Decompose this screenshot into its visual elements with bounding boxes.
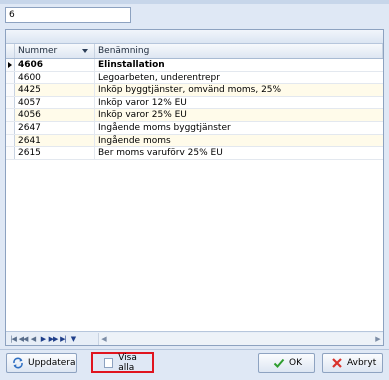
table-row[interactable]: 4057 Inköp varor 12% EU — [6, 96, 383, 110]
refresh-icon — [12, 357, 24, 369]
cell-name[interactable]: Inköp varor 12% EU — [95, 97, 383, 109]
column-header-number[interactable]: Nummer — [15, 44, 95, 58]
cell-number[interactable]: 2641 — [15, 134, 95, 147]
row-indicator-header — [6, 44, 15, 58]
column-header-name-label: Benämning — [98, 46, 150, 56]
scroll-left-icon[interactable]: ◀ — [99, 335, 109, 343]
cell-name[interactable]: Ingående moms byggtjänster — [95, 122, 383, 134]
refresh-button-label: Uppdatera — [28, 358, 76, 368]
cell-name[interactable]: Ber moms varuförv 25% EU — [95, 147, 383, 159]
close-icon — [331, 357, 343, 369]
grid-rows: 4606 Elinstallation 4600 Legoarbeten, un… — [6, 59, 383, 160]
show-all-checkbox[interactable] — [104, 357, 114, 368]
cell-number[interactable]: 4057 — [15, 96, 95, 109]
show-all-toggle[interactable]: Visa alla — [91, 352, 154, 373]
next-icon[interactable]: ▶ — [38, 333, 48, 345]
table-row[interactable]: 4425 Inköp byggtjänster, omvänd moms, 25… — [6, 84, 383, 97]
grid-header: Nummer Benämning — [6, 44, 383, 59]
row-indicator — [6, 147, 15, 159]
cell-name[interactable]: Inköp byggtjänster, omvänd moms, 25% — [95, 84, 383, 96]
cell-name[interactable]: Ingående moms — [95, 135, 383, 147]
footer-divider — [0, 349, 389, 350]
horizontal-scrollbar[interactable]: ◀ ▶ — [98, 332, 383, 345]
scroll-track[interactable] — [109, 335, 373, 343]
sort-descending-icon[interactable] — [82, 49, 88, 53]
cancel-button-label: Avbryt — [347, 358, 377, 368]
cell-name[interactable]: Inköp varor 25% EU — [95, 109, 383, 121]
scroll-right-icon[interactable]: ▶ — [373, 335, 383, 343]
cell-number[interactable]: 4606 — [15, 59, 95, 71]
grid-navigator: |◀ ◀◀ ◀ ▶ ▶▶ ▶| ▼ ◀ ▶ — [6, 331, 383, 345]
filter-icon[interactable]: ▼ — [68, 333, 78, 345]
table-row[interactable]: 2647 Ingående moms byggtjänster — [6, 121, 383, 135]
cell-number[interactable]: 2615 — [15, 147, 95, 159]
table-row[interactable]: 2641 Ingående moms — [6, 134, 383, 148]
cancel-button[interactable]: Avbryt — [322, 353, 383, 373]
current-row-icon — [8, 62, 12, 68]
refresh-button[interactable]: Uppdatera — [6, 353, 77, 373]
row-indicator — [6, 84, 15, 96]
prev-icon[interactable]: ◀ — [28, 333, 38, 345]
table-row[interactable]: 4056 Inköp varor 25% EU — [6, 109, 383, 122]
column-header-name[interactable]: Benämning — [95, 44, 383, 58]
row-indicator — [6, 121, 15, 134]
cell-number[interactable]: 4056 — [15, 109, 95, 121]
first-icon[interactable]: |◀ — [8, 333, 18, 345]
row-indicator — [6, 96, 15, 109]
ok-button-label: OK — [289, 358, 302, 368]
row-indicator — [6, 71, 15, 84]
group-panel — [6, 30, 383, 44]
ok-button[interactable]: OK — [258, 353, 315, 373]
cell-number[interactable]: 4600 — [15, 71, 95, 84]
row-indicator — [6, 134, 15, 147]
last-icon[interactable]: ▶| — [58, 333, 68, 345]
cell-name[interactable]: Legoarbeten, underentrepr — [95, 72, 383, 84]
cell-name[interactable]: Elinstallation — [95, 59, 383, 71]
table-row[interactable]: 2615 Ber moms varuförv 25% EU — [6, 147, 383, 160]
row-indicator — [6, 59, 15, 71]
navigator-buttons: |◀ ◀◀ ◀ ▶ ▶▶ ▶| ▼ — [6, 333, 98, 345]
top-strip — [0, 0, 389, 4]
search-input[interactable]: 6 — [5, 7, 131, 23]
show-all-label: Visa alla — [118, 352, 137, 373]
accounts-grid: Nummer Benämning 4606 Elinstallation 460… — [5, 29, 384, 346]
cell-number[interactable]: 2647 — [15, 121, 95, 134]
row-indicator — [6, 109, 15, 121]
cell-number[interactable]: 4425 — [15, 84, 95, 96]
table-row[interactable]: 4606 Elinstallation — [6, 59, 383, 72]
table-row[interactable]: 4600 Legoarbeten, underentrepr — [6, 71, 383, 85]
checkmark-icon — [273, 357, 285, 369]
next-page-icon[interactable]: ▶▶ — [48, 333, 59, 345]
column-header-number-label: Nummer — [18, 46, 58, 56]
prev-page-icon[interactable]: ◀◀ — [18, 333, 29, 345]
